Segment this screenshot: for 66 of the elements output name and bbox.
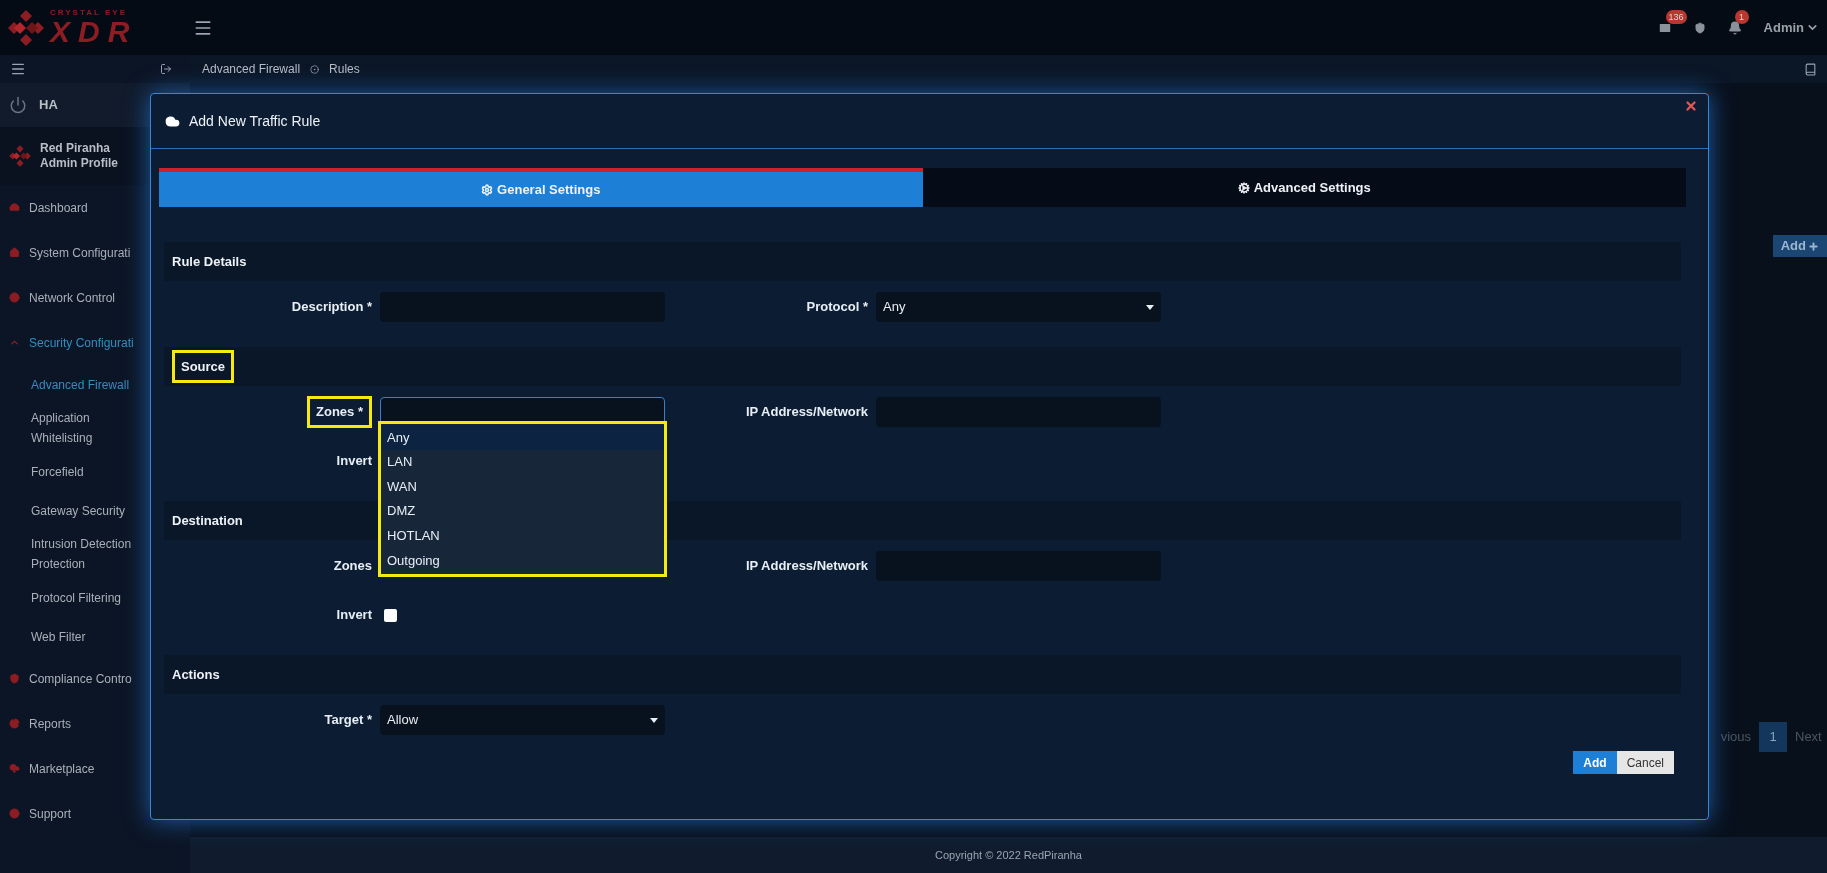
breadcrumb-link[interactable]: Advanced Firewall — [202, 60, 301, 78]
user-menu[interactable]: Admin — [1763, 17, 1819, 38]
dropdown-option[interactable]: DMZ — [381, 498, 664, 524]
menu-icon[interactable] — [10, 61, 26, 77]
tab[interactable]: Advanced Settings — [922, 168, 1686, 207]
select-field[interactable]: Allow — [380, 705, 665, 735]
power-icon — [9, 96, 27, 114]
logo-icon — [6, 7, 46, 48]
book-icon[interactable] — [1804, 62, 1817, 76]
notification-badge: 136 — [1665, 9, 1687, 24]
section-title: Rule Details — [172, 252, 247, 271]
field-label: IP Address/Network — [745, 557, 868, 576]
sidebar-subitem[interactable]: Web Filter — [0, 617, 150, 656]
dot-icon — [310, 64, 320, 74]
sidebar-subitem[interactable]: Advanced Firewall — [0, 365, 150, 404]
field-label: Zones * — [307, 396, 372, 428]
field-label: Invert — [336, 452, 372, 471]
close-icon[interactable] — [1684, 99, 1698, 113]
section-title: Actions — [172, 665, 220, 684]
bell-button[interactable] — [1727, 20, 1742, 35]
profile-logo-icon — [8, 144, 32, 168]
caret-up-icon — [9, 337, 20, 348]
sidebar-item[interactable]: Support — [0, 791, 190, 836]
page-number[interactable]: 1 — [1759, 722, 1787, 752]
select-field[interactable]: Any — [876, 292, 1161, 322]
sidebar-subitem[interactable]: Application Whitelisting — [0, 404, 150, 452]
field-label: Zones — [333, 557, 372, 576]
add-button[interactable]: Add — [1772, 235, 1827, 257]
field-label: Target * — [324, 711, 372, 730]
logout-icon[interactable] — [160, 63, 172, 75]
cancel-button[interactable]: Cancel — [1616, 751, 1674, 774]
plus-icon — [1808, 240, 1819, 252]
breadcrumb-current: Rules — [329, 61, 360, 78]
dropdown-option[interactable]: HOTLAN — [381, 523, 664, 548]
field-label: Description * — [291, 298, 372, 317]
checkbox[interactable] — [384, 608, 397, 622]
profile-name: Red Piranha — [40, 141, 112, 156]
section-title: Source — [172, 349, 235, 384]
field-label: Invert — [336, 606, 372, 625]
dropdown-option[interactable]: Outgoing — [381, 547, 664, 573]
sidebar-item[interactable]: Marketplace — [0, 746, 190, 791]
modal-title: Add New Traffic Rule — [189, 111, 321, 131]
dropdown-option[interactable]: LAN — [381, 449, 664, 475]
field-label: IP Address/Network — [745, 403, 868, 422]
sidebar-subitem[interactable]: Intrusion Detection Protection — [0, 530, 150, 578]
gear-icon — [481, 183, 494, 196]
field-label: Protocol * — [806, 298, 868, 317]
dropdown-option[interactable]: WAN — [381, 474, 664, 499]
tab[interactable]: General Settings — [159, 168, 923, 207]
sidebar-subitem[interactable]: Protocol Filtering — [0, 578, 150, 617]
section-title: Destination — [172, 511, 243, 530]
sidebar-subitem[interactable]: Forcefield — [0, 452, 150, 491]
brand-name: XDR — [50, 16, 138, 47]
brand-tagline: CRYSTAL EYE — [50, 8, 128, 17]
sidebar-item[interactable]: Network Control — [0, 275, 190, 320]
notification-badge: 1 — [1734, 9, 1749, 24]
gears-icon — [1237, 181, 1250, 194]
add-button[interactable]: Add — [1573, 751, 1617, 774]
dropdown-option[interactable]: Any — [381, 425, 664, 450]
sidebar-label: HA — [39, 96, 58, 115]
copyright-text: Copyright © 2022 RedPiranha — [935, 847, 1082, 863]
sidebar-item[interactable]: Reports — [0, 701, 190, 746]
sidebar-subitem[interactable]: Gateway Security — [0, 491, 150, 530]
profile-name: Admin Profile — [40, 156, 118, 171]
caret-down-icon — [1146, 304, 1154, 310]
caret-down-icon — [650, 717, 658, 723]
